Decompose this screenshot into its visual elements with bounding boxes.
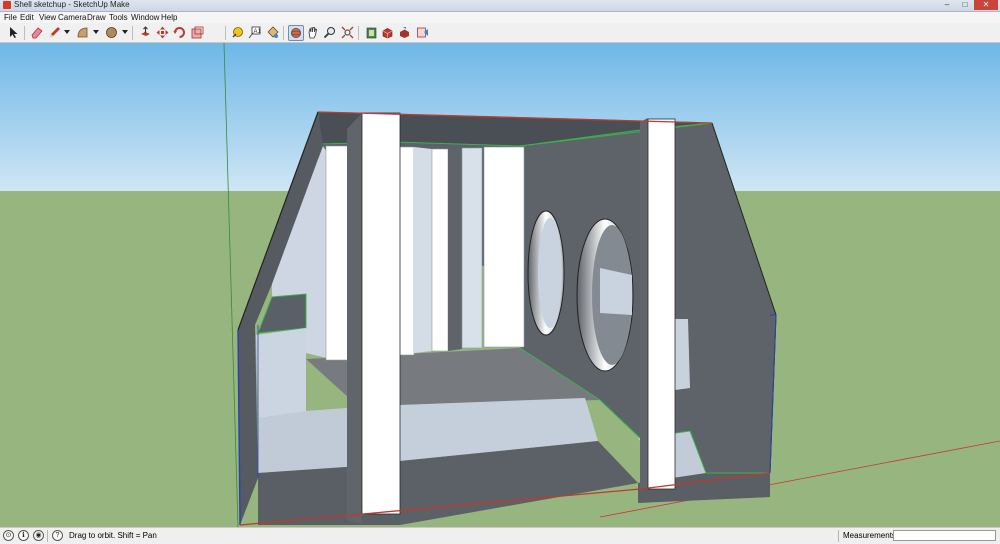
zoom-extents-icon[interactable]: [340, 25, 355, 40]
toolbar-separator: [24, 26, 25, 40]
toolbar-separator: [225, 26, 226, 40]
zoom-icon[interactable]: [322, 25, 337, 40]
toolbar-separator: [283, 26, 284, 40]
svg-text:A1: A1: [254, 29, 262, 35]
status-divider: [838, 530, 839, 542]
status-bar: ⊙ ℹ ◉ ? Drag to orbit. Shift = Pan Measu…: [0, 527, 1000, 544]
3d-scene[interactable]: [0, 43, 1000, 527]
menu-file[interactable]: File: [4, 12, 17, 23]
arc-dropdown-icon[interactable]: [93, 30, 99, 34]
minimize-button[interactable]: –: [938, 0, 956, 10]
measurements-input[interactable]: [893, 530, 996, 541]
share-model-icon[interactable]: [397, 25, 412, 40]
menu-bar: File Edit View Camera Draw Tools Window …: [0, 12, 1000, 23]
menu-view[interactable]: View: [39, 12, 56, 23]
menu-window[interactable]: Window: [131, 12, 159, 23]
measurements-label: Measurements: [843, 531, 896, 540]
front-panel-right: [647, 118, 676, 490]
pencil-dropdown-icon[interactable]: [64, 30, 70, 34]
menu-draw[interactable]: Draw: [87, 12, 106, 23]
menu-help[interactable]: Help: [161, 12, 177, 23]
tape-measure-icon[interactable]: [230, 25, 245, 40]
text-icon[interactable]: A1: [247, 25, 262, 40]
title-bar: Shell sketchup - SketchUp Make – □ ✕: [0, 0, 1000, 12]
status-divider: [47, 530, 48, 542]
extension-icon[interactable]: [415, 25, 430, 40]
eraser-icon[interactable]: [29, 25, 44, 40]
shape-icon[interactable]: [104, 25, 119, 40]
close-button[interactable]: ✕: [974, 0, 998, 10]
speaker-box-model[interactable]: [237, 111, 777, 526]
shape-dropdown-icon[interactable]: [122, 30, 128, 34]
arc-icon[interactable]: [75, 25, 90, 40]
scale-icon[interactable]: [190, 25, 205, 40]
credits-icon[interactable]: ℹ: [18, 530, 29, 541]
main-toolbar: A1: [0, 23, 1000, 43]
orbit-icon[interactable]: [288, 25, 304, 41]
menu-edit[interactable]: Edit: [20, 12, 34, 23]
sketchup-app-icon: [3, 1, 11, 9]
toolbar-separator: [132, 26, 133, 40]
model-viewport[interactable]: [0, 43, 1000, 527]
menu-camera[interactable]: Camera: [58, 12, 86, 23]
warehouse-icon[interactable]: [364, 25, 379, 40]
pencil-icon[interactable]: [47, 25, 62, 40]
move-icon[interactable]: [155, 25, 170, 40]
toolbar-separator: [358, 26, 359, 40]
maximize-button[interactable]: □: [956, 0, 974, 10]
status-hint: Drag to orbit. Shift = Pan: [69, 531, 157, 540]
components-icon[interactable]: [380, 25, 395, 40]
pan-icon[interactable]: [305, 25, 320, 40]
help-icon[interactable]: ?: [52, 530, 63, 541]
geo-location-icon[interactable]: ⊙: [3, 530, 14, 541]
user-icon[interactable]: ◉: [33, 530, 44, 541]
rotate-icon[interactable]: [172, 25, 187, 40]
paint-bucket-icon[interactable]: [265, 25, 280, 40]
front-panel-left: [361, 112, 401, 515]
push-pull-icon[interactable]: [138, 25, 153, 40]
select-icon[interactable]: [6, 25, 21, 40]
menu-tools[interactable]: Tools: [109, 12, 128, 23]
window-title: Shell sketchup - SketchUp Make: [14, 0, 130, 9]
